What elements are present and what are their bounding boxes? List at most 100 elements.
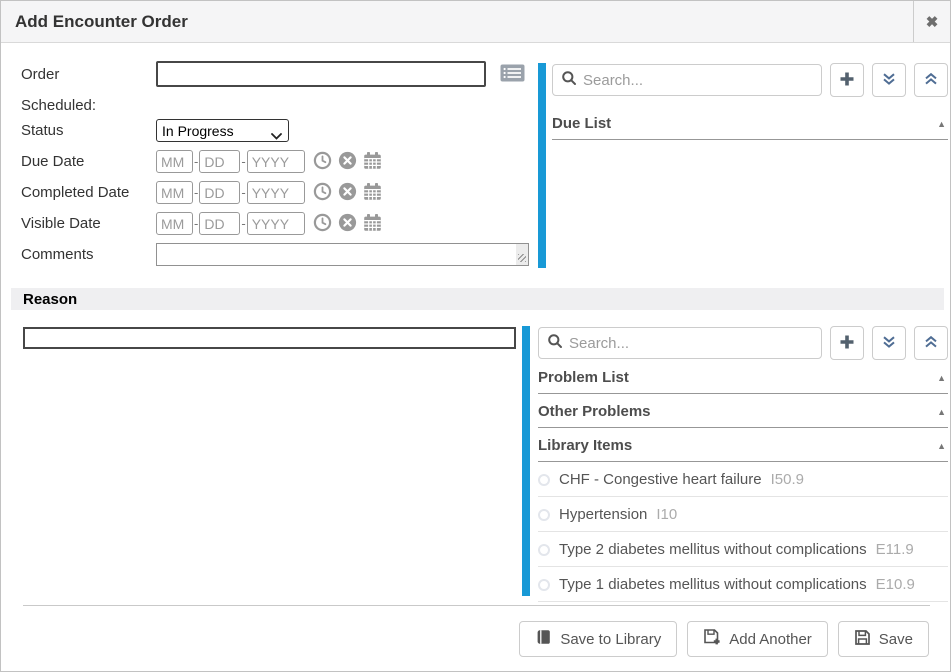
- item-code: I50.9: [771, 471, 804, 488]
- reason-collapse-all-button[interactable]: [914, 326, 948, 360]
- reason-panel: Problem List ▲ Other Problems ▲ Library …: [522, 326, 948, 604]
- radio-icon[interactable]: [538, 474, 550, 486]
- reason-add-button[interactable]: [830, 326, 864, 360]
- close-icon: ✖: [926, 13, 939, 31]
- reason-search-row: [538, 326, 948, 360]
- comments-input[interactable]: [156, 243, 529, 266]
- section-title: Due List: [552, 115, 611, 132]
- save-to-library-button[interactable]: Save to Library: [519, 621, 677, 657]
- footer-divider: [23, 605, 930, 606]
- visible-date-year-input[interactable]: [247, 212, 305, 235]
- reason-search-box[interactable]: [538, 327, 822, 359]
- completed-date-time-button[interactable]: [313, 182, 332, 204]
- completed-date-clear-button[interactable]: [338, 182, 357, 204]
- due-date-calendar-button[interactable]: [363, 151, 382, 173]
- radio-icon[interactable]: [538, 544, 550, 556]
- scheduled-label: Scheduled:: [21, 97, 156, 114]
- completed-date-row: Completed Date - -: [21, 181, 537, 204]
- library-item-chf[interactable]: CHF - Congestive heart failure I50.9: [538, 462, 948, 497]
- reason-search-input[interactable]: [569, 335, 813, 352]
- add-another-button[interactable]: Add Another: [687, 621, 828, 657]
- visible-date-month-input[interactable]: [156, 212, 193, 235]
- due-search-input[interactable]: [583, 72, 813, 89]
- due-collapse-all-button[interactable]: [914, 63, 948, 97]
- double-chevron-down-icon: [881, 334, 897, 353]
- section-header-due-list[interactable]: Due List ▲: [552, 106, 948, 140]
- save-to-library-label: Save to Library: [560, 631, 661, 648]
- due-date-month-input[interactable]: [156, 150, 193, 173]
- library-item-hypertension[interactable]: Hypertension I10: [538, 497, 948, 532]
- clock-icon: [313, 213, 332, 235]
- double-chevron-up-icon: [923, 334, 939, 353]
- item-name: Hypertension: [559, 506, 647, 523]
- search-icon: [561, 70, 583, 91]
- visible-date-time-button[interactable]: [313, 213, 332, 235]
- visible-date-label: Visible Date: [21, 215, 156, 232]
- footer-actions: Save to Library Add Another Save: [519, 621, 929, 657]
- completed-date-month-input[interactable]: [156, 181, 193, 204]
- order-label: Order: [21, 66, 156, 83]
- status-select[interactable]: In Progress: [156, 119, 289, 142]
- due-date-clear-button[interactable]: [338, 151, 357, 173]
- reason-input[interactable]: [23, 327, 516, 349]
- calendar-icon: [363, 182, 382, 204]
- panel-accent-bar: [522, 326, 530, 596]
- date-separator: -: [194, 216, 198, 231]
- section-title: Problem List: [538, 369, 629, 386]
- panel-accent-bar: [538, 63, 546, 268]
- calendar-icon: [363, 151, 382, 173]
- clock-icon: [313, 182, 332, 204]
- due-add-button[interactable]: [830, 63, 864, 97]
- x-circle-icon: [338, 151, 357, 173]
- due-search-box[interactable]: [552, 64, 822, 96]
- order-form: Order: [21, 61, 537, 266]
- double-chevron-up-icon: [923, 71, 939, 90]
- date-separator: -: [194, 185, 198, 200]
- due-date-label: Due Date: [21, 153, 156, 170]
- status-label: Status: [21, 122, 156, 139]
- section-header-other-problems[interactable]: Other Problems ▲: [538, 394, 948, 428]
- collapse-triangle-icon[interactable]: ▲: [937, 407, 946, 417]
- radio-icon[interactable]: [538, 579, 550, 591]
- visible-date-calendar-button[interactable]: [363, 213, 382, 235]
- reason-expand-all-button[interactable]: [872, 326, 906, 360]
- due-expand-all-button[interactable]: [872, 63, 906, 97]
- status-row: Status In Progress: [21, 119, 537, 142]
- radio-icon[interactable]: [538, 509, 550, 521]
- library-item-type2-diabetes[interactable]: Type 2 diabetes mellitus without complic…: [538, 532, 948, 567]
- date-separator: -: [241, 154, 245, 169]
- collapse-triangle-icon[interactable]: ▲: [937, 441, 946, 451]
- due-date-year-input[interactable]: [247, 150, 305, 173]
- close-button[interactable]: ✖: [913, 1, 950, 42]
- comments-label: Comments: [21, 246, 156, 263]
- search-icon: [547, 333, 569, 354]
- comments-row: Comments: [21, 243, 537, 266]
- order-lookup-button[interactable]: [498, 63, 526, 85]
- collapse-triangle-icon[interactable]: ▲: [937, 119, 946, 129]
- save-button[interactable]: Save: [838, 621, 929, 657]
- reason-title: Reason: [23, 291, 77, 308]
- resize-handle-icon[interactable]: [516, 244, 528, 265]
- section-title: Library Items: [538, 437, 632, 454]
- dialog-header: Add Encounter Order: [1, 1, 950, 43]
- due-date-time-button[interactable]: [313, 151, 332, 173]
- completed-date-label: Completed Date: [21, 184, 156, 201]
- completed-date-calendar-button[interactable]: [363, 182, 382, 204]
- clock-icon: [313, 151, 332, 173]
- plus-icon: [838, 70, 856, 91]
- section-header-problem-list[interactable]: Problem List ▲: [538, 360, 948, 394]
- completed-date-day-input[interactable]: [199, 181, 240, 204]
- collapse-triangle-icon[interactable]: ▲: [937, 373, 946, 383]
- due-date-day-input[interactable]: [199, 150, 240, 173]
- library-item-type1-diabetes[interactable]: Type 1 diabetes mellitus without complic…: [538, 567, 948, 602]
- visible-date-clear-button[interactable]: [338, 213, 357, 235]
- due-search-row: [552, 63, 948, 97]
- order-row: Order: [21, 61, 537, 87]
- visible-date-day-input[interactable]: [199, 212, 240, 235]
- item-name: Type 1 diabetes mellitus without complic…: [559, 576, 867, 593]
- completed-date-year-input[interactable]: [247, 181, 305, 204]
- order-input[interactable]: [156, 61, 486, 87]
- save-icon: [854, 629, 871, 650]
- section-header-library-items[interactable]: Library Items ▲: [538, 428, 948, 462]
- x-circle-icon: [338, 182, 357, 204]
